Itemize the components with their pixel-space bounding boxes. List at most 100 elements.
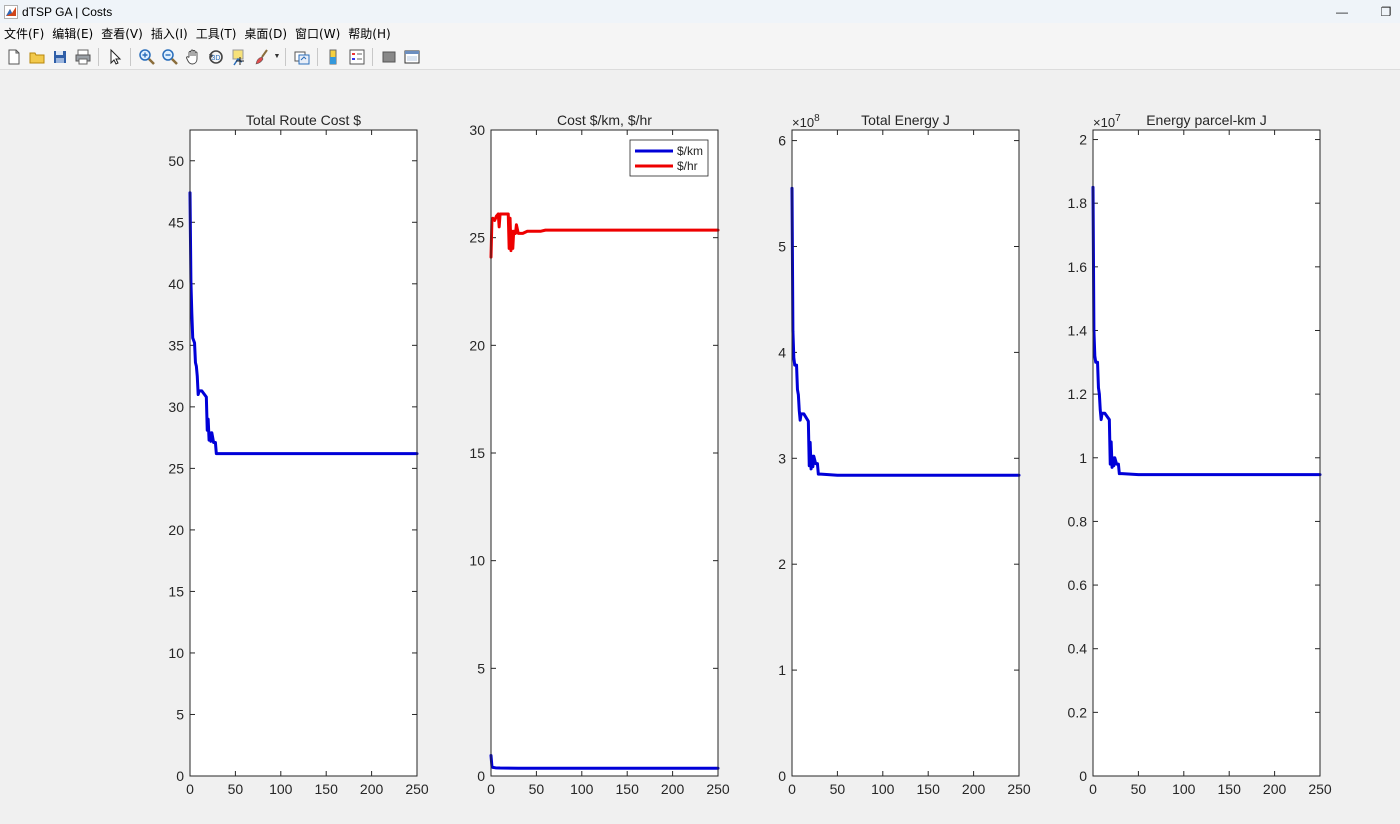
x-tick-label: 100 <box>871 781 895 797</box>
select-arrow-button[interactable] <box>103 46 126 68</box>
axes-1: 0 50 100 150 200 250 0 5 10 15 20 25 30 35 40 45 50 Total… <box>168 112 428 797</box>
x-tick-label: 200 <box>661 781 685 797</box>
new-figure-button[interactable] <box>2 46 25 68</box>
legend-icon <box>349 49 364 64</box>
x-tick-label: 250 <box>405 781 429 797</box>
legend-button[interactable] <box>345 46 368 68</box>
brush-dropdown-arrow-icon[interactable]: ▼ <box>273 46 281 68</box>
data-cursor-icon <box>232 49 244 65</box>
print-button[interactable] <box>71 46 94 68</box>
menu-file[interactable]: 文件(F) <box>4 25 44 42</box>
y-tick-label: 0 <box>176 768 184 784</box>
figure-toolbar: 3D ▼ <box>0 44 1400 70</box>
data-cursor-button[interactable] <box>227 46 250 68</box>
axes-title: Cost $/km, $/hr <box>557 112 652 128</box>
menu-desktop[interactable]: 桌面(D) <box>244 25 287 42</box>
y-tick-label: 40 <box>168 276 184 292</box>
svg-text:3D: 3D <box>211 55 220 62</box>
x-tick-label: 0 <box>1089 781 1097 797</box>
x-tick-label: 150 <box>315 781 339 797</box>
axes-title: Energy parcel-km J <box>1146 112 1267 128</box>
x-tick-label: 50 <box>1131 781 1147 797</box>
menu-bar: 文件(F) 编辑(E) 查看(V) 插入(I) 工具(T) 桌面(D) 窗口(W… <box>0 23 1400 44</box>
rotate-3d-button[interactable]: 3D <box>204 46 227 68</box>
zoom-out-icon <box>161 48 178 65</box>
menu-view[interactable]: 查看(V) <box>101 25 143 42</box>
legend-label: $/hr <box>677 159 698 173</box>
toolbar-separator <box>372 47 373 66</box>
x-tick-label: 200 <box>962 781 986 797</box>
x-tick-label: 50 <box>529 781 545 797</box>
pan-hand-button[interactable] <box>181 46 204 68</box>
axes-3: 0 50 100 150 200 250 0 1 2 3 4 5 6 Total Energy J ×108 <box>778 112 1031 797</box>
hide-plot-tools-button[interactable] <box>377 46 400 68</box>
zoom-in-button[interactable] <box>135 46 158 68</box>
open-file-button[interactable] <box>25 46 48 68</box>
y-tick-label: 25 <box>168 460 184 476</box>
x-tick-label: 250 <box>1007 781 1031 797</box>
menu-edit[interactable]: 编辑(E) <box>52 25 93 42</box>
link-plot-button[interactable] <box>290 46 313 68</box>
x-tick-label: 200 <box>360 781 384 797</box>
y-tick-label: 10 <box>168 645 184 661</box>
restore-button[interactable]: ❐ <box>1366 0 1400 23</box>
x-tick-label: 200 <box>1263 781 1287 797</box>
y-tick-label: 45 <box>168 214 184 230</box>
x-tick-label: 150 <box>917 781 941 797</box>
open-file-icon <box>29 52 44 63</box>
menu-insert[interactable]: 插入(I) <box>151 25 188 42</box>
select-arrow-icon <box>110 48 121 65</box>
y-tick-label: 50 <box>168 153 184 169</box>
colorbar-icon <box>329 49 336 64</box>
brush-button[interactable] <box>250 46 273 68</box>
y-tick-label: 20 <box>469 337 485 353</box>
y-tick-label: 1.2 <box>1068 386 1088 402</box>
y-tick-label: 20 <box>168 522 184 538</box>
menu-window[interactable]: 窗口(W) <box>295 25 340 42</box>
x-tick-label: 100 <box>269 781 293 797</box>
colorbar-button[interactable] <box>322 46 345 68</box>
y-tick-label: 0 <box>1079 768 1087 784</box>
minimize-button[interactable]: — <box>1322 0 1362 23</box>
y-exponent-label: ×108 <box>792 113 820 130</box>
y-tick-label: 30 <box>168 399 184 415</box>
save-button[interactable] <box>48 46 71 68</box>
y-tick-label: 2 <box>778 556 786 572</box>
y-tick-label: 5 <box>176 706 184 722</box>
menu-tools[interactable]: 工具(T) <box>196 25 237 42</box>
x-tick-label: 50 <box>830 781 846 797</box>
menu-help[interactable]: 帮助(H) <box>348 25 390 42</box>
y-tick-label: 1.6 <box>1068 259 1088 275</box>
plot-area <box>491 130 718 776</box>
toolbar-separator <box>285 47 286 66</box>
y-tick-label: 1.4 <box>1068 322 1088 338</box>
save-icon <box>53 50 66 63</box>
y-tick-label: 0 <box>477 768 485 784</box>
y-tick-label: 25 <box>469 230 485 246</box>
pan-hand-icon <box>185 49 197 64</box>
x-tick-label: 150 <box>616 781 640 797</box>
minimize-icon: — <box>1336 4 1348 19</box>
x-tick-label: 150 <box>1218 781 1242 797</box>
y-tick-label: 15 <box>168 583 184 599</box>
x-tick-label: 100 <box>570 781 594 797</box>
zoom-in-icon <box>138 48 155 65</box>
y-tick-label: 5 <box>477 660 485 676</box>
plot-area <box>1093 130 1320 776</box>
window-title: dTSP GA | Costs <box>22 4 113 19</box>
legend: $/km$/hr <box>629 139 709 177</box>
y-tick-label: 0.4 <box>1068 641 1088 657</box>
y-tick-label: 6 <box>778 133 786 149</box>
show-plot-tools-button[interactable] <box>400 46 423 68</box>
restore-icon: ❐ <box>1380 4 1392 19</box>
legend-label: $/km <box>677 144 703 158</box>
y-tick-label: 4 <box>778 344 786 360</box>
y-tick-label: 0.8 <box>1068 513 1088 529</box>
x-tick-label: 100 <box>1172 781 1196 797</box>
matlab-app-icon <box>4 4 18 19</box>
y-tick-label: 0.2 <box>1068 704 1088 720</box>
hide-plot-tools-icon <box>382 51 395 62</box>
y-exponent-label: ×107 <box>1093 113 1121 130</box>
axes-title: Total Route Cost $ <box>246 112 361 128</box>
zoom-out-button[interactable] <box>158 46 181 68</box>
